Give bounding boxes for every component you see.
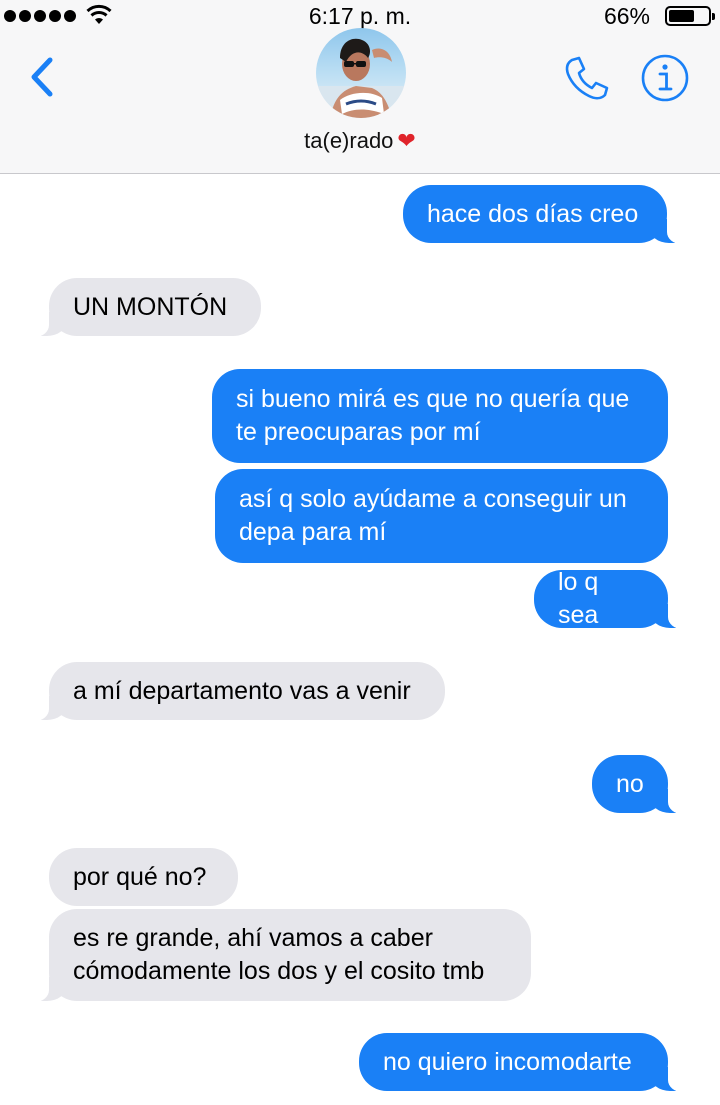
message-sent[interactable]: no quiero incomodarte (359, 1033, 688, 1092)
message-list[interactable]: hace dos días creo UN MONTÓN si bueno mi… (0, 0, 720, 1105)
message-sent[interactable]: hace dos días creo (403, 185, 687, 244)
message-received[interactable]: a mí departamento vas a venir (29, 662, 445, 721)
message-received[interactable]: es re grande, ahí vamos a caber cómodame… (29, 909, 531, 1002)
message-sent[interactable]: así q solo ayúdame a conseguir un depa p… (215, 469, 668, 563)
message-received[interactable]: por qué no? (49, 848, 238, 906)
message-sent[interactable]: si bueno mirá es que no quería que te pr… (212, 369, 668, 463)
message-received[interactable]: UN MONTÓN (29, 278, 261, 337)
message-sent[interactable]: lo q sea (534, 568, 688, 629)
message-sent[interactable]: no (592, 755, 688, 814)
